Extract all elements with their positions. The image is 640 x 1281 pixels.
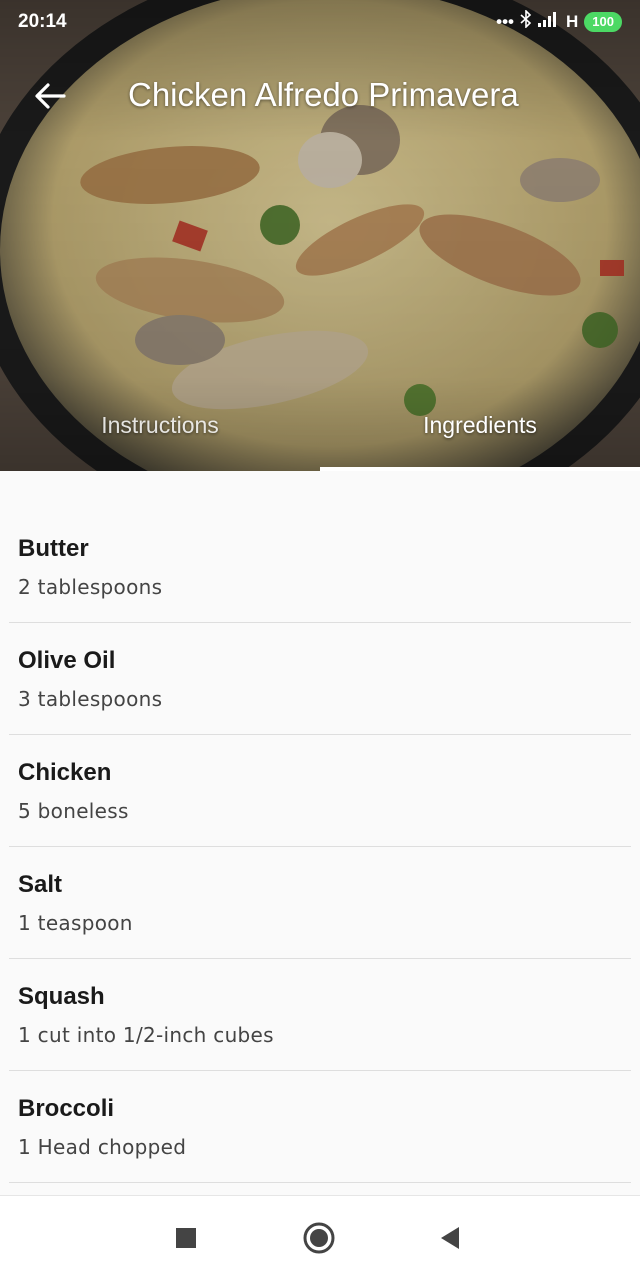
home-button[interactable] <box>297 1216 341 1260</box>
back-button[interactable] <box>26 72 74 120</box>
list-item[interactable]: Chicken 5 boneless <box>9 735 631 847</box>
list-item[interactable]: Olive Oil 3 tablespoons <box>9 623 631 735</box>
list-item[interactable]: Squash 1 cut into 1/2-inch cubes <box>9 959 631 1071</box>
status-bar: 20:14 ••• H 100 <box>0 0 640 44</box>
tab-instructions[interactable]: Instructions <box>0 396 320 471</box>
more-dots-icon: ••• <box>496 11 515 31</box>
ingredient-name: Olive Oil <box>18 647 116 674</box>
battery-icon: 100 <box>584 11 622 32</box>
ingredient-amount: 2 tablespoons <box>18 575 163 599</box>
ingredient-name: Salt <box>18 871 63 898</box>
ingredient-name: Squash <box>18 983 105 1010</box>
ingredient-list: Butter 2 tablespoons Olive Oil 3 tablesp… <box>0 471 640 1195</box>
recipe-header: 20:14 ••• H 100 Chicken Alfredo Primaver… <box>0 0 640 471</box>
tab-ingredients[interactable]: Ingredients <box>320 396 640 471</box>
ingredient-name: Chicken <box>18 759 112 786</box>
ingredient-amount: 1 teaspoon <box>18 911 133 935</box>
list-item[interactable]: Salt 1 teaspoon <box>9 847 631 959</box>
ingredient-amount: 5 boneless <box>18 799 129 823</box>
triangle-back-icon <box>441 1227 459 1249</box>
status-icons: ••• H 100 <box>496 9 622 33</box>
tab-ingredients-label: Ingredients <box>423 412 537 438</box>
arrow-left-icon <box>35 83 66 109</box>
bluetooth-icon <box>520 9 532 33</box>
ingredient-amount: 1 Head chopped <box>18 1135 187 1159</box>
ingredient-name: Butter <box>18 535 89 562</box>
recents-button[interactable] <box>164 1216 208 1260</box>
signal-icon <box>538 11 560 32</box>
system-nav-bar <box>0 1195 640 1281</box>
network-type: H <box>566 11 579 31</box>
ingredient-amount: 3 tablespoons <box>18 687 163 711</box>
toolbar: Chicken Alfredo Primavera <box>0 62 640 132</box>
list-item[interactable]: Butter 2 tablespoons <box>9 511 631 623</box>
nav-back-button[interactable] <box>428 1216 472 1260</box>
page-title: Chicken Alfredo Primavera <box>128 76 519 113</box>
ingredient-amount: 1 cut into 1/2-inch cubes <box>18 1023 274 1047</box>
circle-icon <box>303 1222 335 1254</box>
list-item[interactable]: Broccoli 1 Head chopped <box>9 1071 631 1183</box>
square-icon <box>176 1228 196 1248</box>
ingredient-name: Broccoli <box>18 1095 115 1122</box>
status-time: 20:14 <box>18 11 67 32</box>
tab-bar: Instructions Ingredients <box>0 396 640 471</box>
tab-instructions-label: Instructions <box>101 412 219 438</box>
